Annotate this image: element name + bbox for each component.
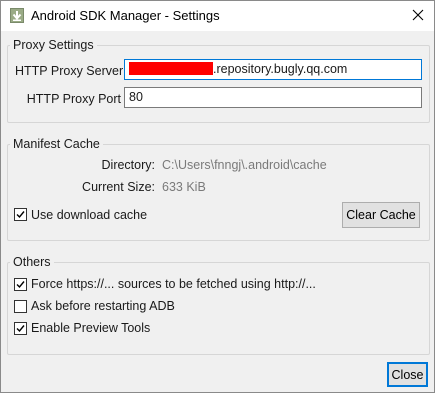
window-title: Android SDK Manager - Settings xyxy=(31,8,220,23)
others-legend: Others xyxy=(10,255,54,269)
use-download-cache-label[interactable]: Use download cache xyxy=(31,208,147,222)
enable-preview-tools-checkbox[interactable] xyxy=(14,322,27,335)
close-button[interactable]: Close xyxy=(387,362,428,387)
checkmark-icon xyxy=(16,325,25,333)
use-download-cache-checkbox[interactable] xyxy=(14,208,27,221)
checkmark-icon xyxy=(16,211,25,219)
force-https-checkbox[interactable] xyxy=(14,278,27,291)
force-https-label[interactable]: Force https://... sources to be fetched … xyxy=(31,277,316,291)
http-proxy-server-value: .repository.bugly.qq.com xyxy=(213,62,348,76)
manifest-cache-legend: Manifest Cache xyxy=(10,137,103,151)
redacted-host-block xyxy=(129,62,213,75)
http-proxy-server-label: HTTP Proxy Server xyxy=(15,64,124,78)
title-bar[interactable]: Android SDK Manager - Settings xyxy=(1,1,434,31)
enable-preview-tools-label[interactable]: Enable Preview Tools xyxy=(31,321,150,335)
checkmark-icon xyxy=(16,281,25,289)
current-size-label: Current Size: xyxy=(82,180,155,194)
clear-cache-button[interactable]: Clear Cache xyxy=(342,202,420,228)
settings-window: Android SDK Manager - Settings Proxy Set… xyxy=(0,0,435,393)
directory-label: Directory: xyxy=(101,158,155,172)
ask-before-restarting-adb-label[interactable]: Ask before restarting ADB xyxy=(31,299,175,313)
http-proxy-server-input[interactable]: .repository.bugly.qq.com xyxy=(124,59,422,80)
current-size-value: 633 KiB xyxy=(162,180,206,194)
ask-before-restarting-adb-checkbox[interactable] xyxy=(14,300,27,313)
http-proxy-port-input[interactable]: 80 xyxy=(124,87,422,108)
directory-value: C:\Users\fnngj\.android\cache xyxy=(162,158,327,172)
close-window-icon[interactable] xyxy=(408,5,428,25)
proxy-settings-group xyxy=(7,45,430,123)
http-proxy-port-label: HTTP Proxy Port xyxy=(26,92,121,106)
download-icon xyxy=(10,8,24,23)
proxy-settings-legend: Proxy Settings xyxy=(10,38,97,52)
